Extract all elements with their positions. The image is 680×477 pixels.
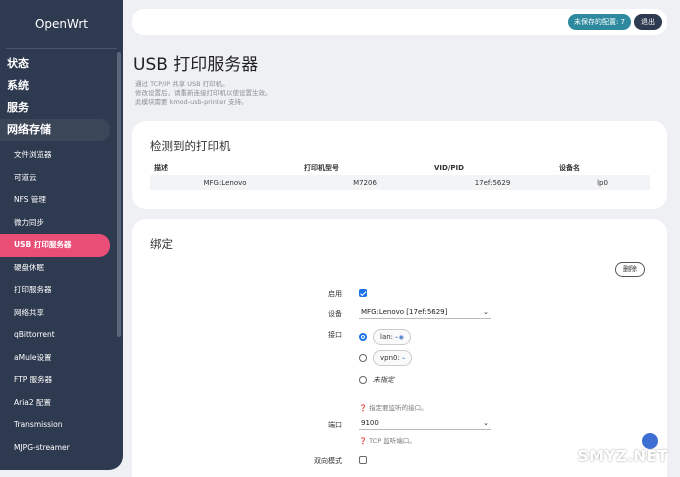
network-icon: ⌁ [401, 355, 406, 362]
cell-vidpid: 17ef:5629 [430, 175, 555, 190]
sidebar-sub-samba[interactable]: 网络共享 [0, 302, 123, 325]
sidebar-scrollbar[interactable] [117, 52, 121, 337]
sidebar-sub-kodexplorer[interactable]: 可道云 [0, 167, 123, 190]
network-icon: ⌁◉ [395, 334, 404, 341]
sidebar-sub-filebrowser[interactable]: 文件浏览器 [0, 144, 123, 167]
sidebar-item-services[interactable]: 服务 [0, 97, 123, 119]
watermark: SMYZ.NET [577, 447, 668, 465]
help-icon: ❓ [359, 404, 368, 412]
sidebar-sub-transmission[interactable]: Transmission [0, 414, 123, 437]
col-description: 描述 [154, 164, 168, 172]
table-row: MFG:Lenovo M7206 17ef:5629 lp0 [150, 175, 650, 190]
binding-title: 绑定 [150, 237, 173, 251]
port-select-value: 9100 [361, 419, 379, 427]
interface-lan-text: lan: [380, 333, 394, 341]
sidebar-sub-verysync[interactable]: 微力同步 [0, 212, 123, 235]
page-description: 通过 TCP/IP 共享 USB 打印机。 修改设置后，请重新连接打印机以使设置… [135, 80, 435, 107]
sidebar: OpenWrt 状态 系统 服务 网络存储 文件浏览器 可道云 NFS 管理 微… [0, 0, 123, 470]
header-bar: 未保存的配置: 7 退出 [132, 9, 667, 35]
interface-lan-pill[interactable]: lan: ⌁◉ [373, 329, 411, 345]
interface-radio-unspecified[interactable] [359, 376, 367, 384]
interface-hint: ❓ 指定要监听的接口。 [359, 402, 428, 412]
printers-table: 描述 打印机型号 VID/PID 设备名 MFG:Lenovo M7206 17… [150, 161, 650, 190]
sidebar-sub-aria2[interactable]: Aria2 配置 [0, 392, 123, 415]
sidebar-divider [6, 48, 117, 49]
enable-label: 启用 [328, 290, 342, 298]
bidir-checkbox[interactable] [359, 456, 367, 464]
device-select[interactable]: MFG:Lenovo [17ef:5629] ⌄ [359, 305, 491, 319]
port-select[interactable]: 9100 ⌄ [359, 416, 491, 430]
interface-vpn0-text: vpn0: [380, 354, 400, 362]
sidebar-sub-print-server[interactable]: 打印服务器 [0, 279, 123, 302]
desc-line: 此模块需要 kmod-usb-printer 支持。 [135, 98, 248, 106]
delete-button[interactable]: 删除 [615, 262, 645, 277]
cell-device: lp0 [555, 175, 650, 190]
interface-radio-lan[interactable] [359, 333, 367, 341]
port-hint-text: TCP 监听端口。 [369, 437, 416, 445]
enable-checkbox[interactable] [359, 289, 367, 297]
interface-label: 接口 [328, 331, 342, 339]
col-vidpid: VID/PID [434, 164, 464, 172]
sidebar-item-status[interactable]: 状态 [0, 53, 123, 75]
cell-description: MFG:Lenovo [150, 175, 300, 190]
port-hint: ❓ TCP 监听端口。 [359, 435, 416, 445]
sidebar-sub-hd-idle[interactable]: 硬盘休眠 [0, 257, 123, 280]
sidebar-sub-nfs[interactable]: NFS 管理 [0, 189, 123, 212]
desc-line: 通过 TCP/IP 共享 USB 打印机。 [135, 80, 229, 88]
interface-vpn0-pill[interactable]: vpn0: ⌁ [373, 350, 413, 366]
device-label: 设备 [328, 310, 342, 318]
col-device: 设备名 [559, 164, 580, 172]
sidebar-item-nas[interactable]: 网络存储 [0, 119, 110, 141]
brand-logo[interactable]: OpenWrt [0, 0, 123, 48]
logout-button[interactable]: 退出 [634, 14, 662, 30]
sidebar-sub-ftp[interactable]: FTP 服务器 [0, 369, 123, 392]
interface-hint-text: 指定要监听的接口。 [369, 404, 428, 412]
binding-card: 绑定 删除 启用 设备 MFG:Lenovo [17ef:5629] ⌄ 接口 … [132, 219, 667, 477]
chevron-down-icon: ⌄ [483, 308, 489, 316]
interface-unspecified-label: 未指定 [373, 376, 394, 384]
detected-printers-title: 检测到的打印机 [150, 139, 231, 153]
desc-line: 修改设置后，请重新连接打印机以使设置生效。 [135, 89, 272, 97]
sidebar-sub-amule[interactable]: aMule设置 [0, 347, 123, 370]
col-model: 打印机型号 [304, 164, 339, 172]
help-icon: ❓ [359, 437, 368, 445]
bidir-label: 双向模式 [314, 457, 342, 465]
unsaved-changes-badge[interactable]: 未保存的配置: 7 [567, 14, 631, 30]
sidebar-sub-mjpg-streamer[interactable]: MJPG-streamer [0, 437, 123, 460]
cell-model: M7206 [300, 175, 430, 190]
page-title: USB 打印服务器 [133, 55, 259, 75]
interface-radio-vpn0[interactable] [359, 354, 367, 362]
chevron-down-icon: ⌄ [483, 419, 489, 427]
port-label: 端口 [328, 421, 342, 429]
sidebar-item-system[interactable]: 系统 [0, 75, 123, 97]
device-select-value: MFG:Lenovo [17ef:5629] [361, 308, 448, 316]
sidebar-sub-usb-printer[interactable]: USB 打印服务器 [0, 234, 110, 257]
sidebar-sub-qbittorrent[interactable]: qBittorrent [0, 324, 123, 347]
detected-printers-card: 检测到的打印机 描述 打印机型号 VID/PID 设备名 MFG:Lenovo … [132, 121, 667, 209]
